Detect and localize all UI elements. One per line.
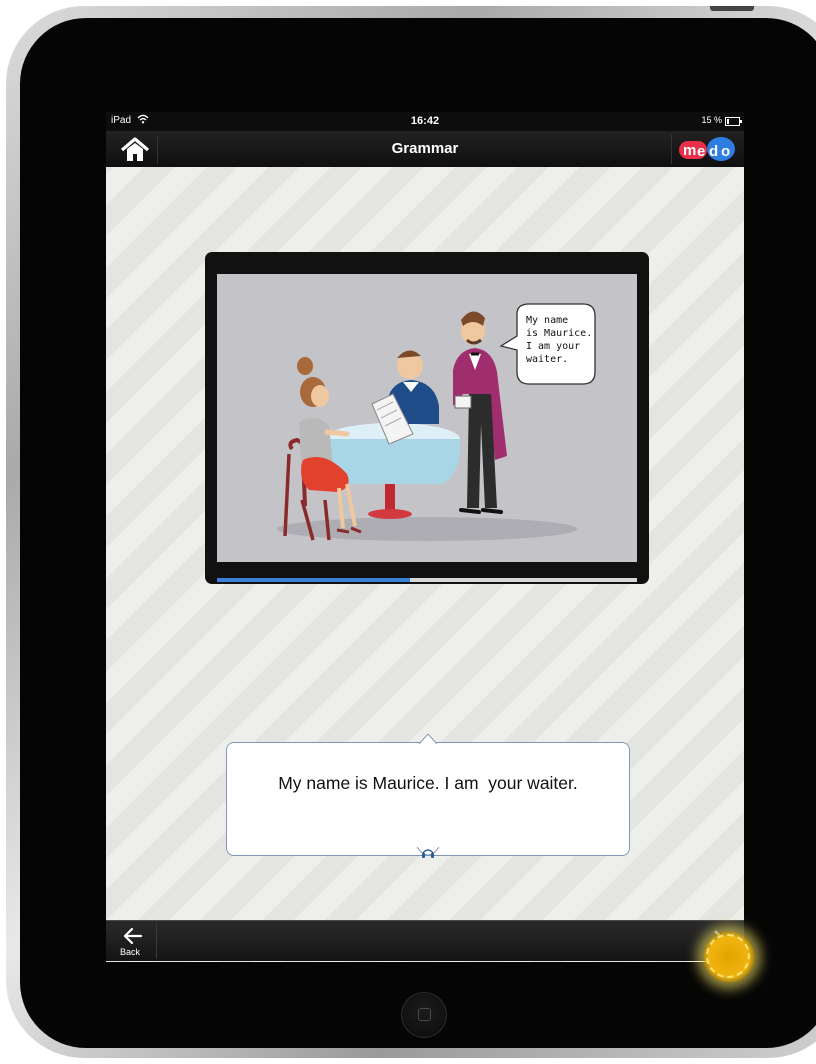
medo-logo-button[interactable]: m e d o	[671, 134, 740, 164]
back-label: Back	[120, 947, 141, 957]
audio-icon[interactable]	[417, 847, 439, 861]
battery-icon	[725, 117, 742, 126]
video-player[interactable]: My name is Maurice. I am your waiter.	[205, 252, 649, 584]
speech-bubble-line-2: is Maurice.	[526, 328, 592, 339]
arrow-left-icon	[123, 928, 143, 944]
tap-indicator	[703, 931, 755, 983]
speech-bubble-line-4: waiter.	[526, 354, 568, 365]
speech-bubble-line-3: I am your	[526, 341, 580, 352]
logo-letter-m: m	[683, 142, 696, 159]
status-bar: iPad 16:42 15 %	[106, 112, 744, 131]
back-button[interactable]: Back	[110, 923, 157, 959]
sleep-button	[710, 6, 754, 11]
navigation-bar: Grammar m e d o	[106, 131, 744, 167]
restaurant-cartoon-image: My name is Maurice. I am your waiter.	[217, 274, 637, 562]
caption-text: My name is Maurice. I am your waiter.	[278, 773, 578, 793]
battery-percentage: 15 %	[701, 115, 722, 125]
speech-bubble-line-1: My name	[526, 315, 568, 326]
caption-pointer-top	[419, 734, 437, 744]
logo-letter-d: d	[709, 143, 718, 160]
logo-letter-e: e	[697, 143, 705, 160]
bottom-toolbar: Back	[106, 920, 744, 961]
medo-logo: m e d o	[679, 137, 735, 161]
caption-box: My name is Maurice. I am your waiter.	[226, 734, 630, 858]
status-time: 16:42	[410, 115, 440, 127]
logo-letter-o: o	[721, 143, 730, 160]
home-square-icon	[418, 1008, 431, 1021]
app-screen: iPad 16:42 15 % Grammar m e d o My name …	[106, 112, 744, 962]
page-title: Grammar	[391, 140, 459, 157]
device-home-button[interactable]	[401, 992, 447, 1038]
video-progress-bar[interactable]	[217, 578, 637, 582]
video-progress-fill	[217, 578, 411, 582]
